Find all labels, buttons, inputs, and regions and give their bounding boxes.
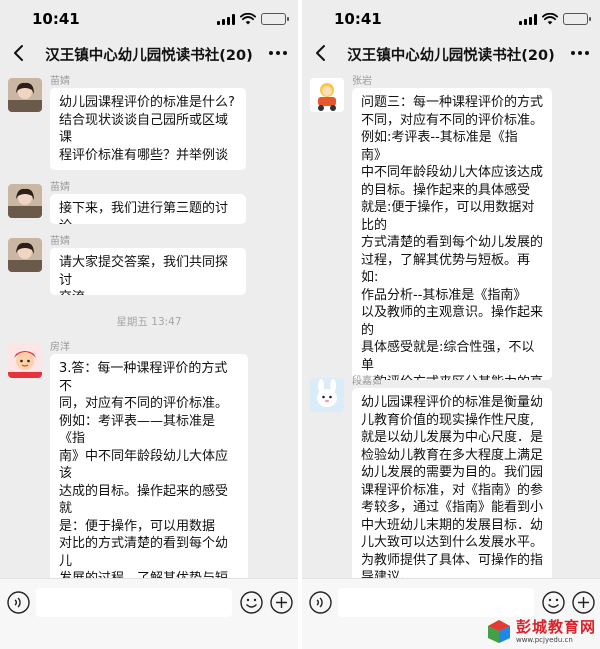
chat-screen-right: 10:41 汉王镇中心幼儿园悦读书社(20) 张岩 问题三：每一种课程评价的方式… <box>302 0 600 649</box>
avatar[interactable] <box>8 78 42 112</box>
voice-icon[interactable] <box>309 591 332 614</box>
status-time: 10:41 <box>334 10 382 28</box>
message-bubble[interactable]: 接下来，我们进行第三题的讨论 <box>50 194 246 224</box>
avatar[interactable] <box>8 238 42 272</box>
status-icons <box>217 13 289 25</box>
more-dots-icon[interactable] <box>570 48 590 58</box>
avatar[interactable] <box>310 378 344 412</box>
nav-bar: 汉王镇中心幼儿园悦读书社(20) <box>0 36 298 72</box>
watermark-text: 彭城教育网 www.pcjyedu.cn <box>516 618 596 645</box>
message-bubble[interactable]: 请大家提交答案，我们共同探讨 交流 <box>50 248 246 295</box>
status-time: 10:41 <box>32 10 80 28</box>
message-input[interactable] <box>36 588 232 617</box>
more-dots-icon[interactable] <box>268 48 288 58</box>
status-bar: 10:41 <box>0 0 298 36</box>
message-list[interactable]: 张岩 问题三：每一种课程评价的方式 不同，对应有不同的评价标准。 例如:考评表-… <box>302 72 600 578</box>
message-bubble[interactable]: 幼儿园课程评价的标准是什么? 结合现状谈谈自己园所或区域课 程评价标准有哪些？并… <box>50 88 246 170</box>
emoji-icon[interactable] <box>542 591 565 614</box>
avatar[interactable] <box>8 184 42 218</box>
plus-icon[interactable] <box>270 591 293 614</box>
sender-name: 房洋 <box>50 342 70 353</box>
wifi-icon <box>240 13 256 25</box>
nav-bar: 汉王镇中心幼儿园悦读书社(20) <box>302 36 600 72</box>
message-bubble[interactable]: 幼儿园课程评价的标准是衡量幼 儿教育价值的现实操作性尺度, 就是以幼儿发展为中心… <box>352 388 552 578</box>
status-bar: 10:41 <box>302 0 600 36</box>
signal-icon <box>519 13 537 25</box>
sender-name: 张岩 <box>352 76 372 87</box>
wifi-icon <box>542 13 558 25</box>
sender-name: 苗婧 <box>50 182 70 193</box>
sender-name: 段嘉茹 <box>352 376 382 387</box>
message-bubble[interactable]: 问题三：每一种课程评价的方式 不同，对应有不同的评价标准。 例如:考评表--其标… <box>352 88 552 380</box>
chat-title: 汉王镇中心幼儿园悦读书社(20) <box>45 48 253 64</box>
status-icons <box>519 13 591 25</box>
battery-icon <box>261 13 289 25</box>
chat-title: 汉王镇中心幼儿园悦读书社(20) <box>347 48 555 64</box>
battery-icon <box>563 13 591 25</box>
watermark-url: www.pcjyedu.cn <box>515 636 573 644</box>
emoji-icon[interactable] <box>240 591 263 614</box>
sender-name: 苗婧 <box>50 236 70 247</box>
avatar[interactable] <box>310 78 344 112</box>
avatar[interactable] <box>8 344 42 378</box>
timestamp: 星期五 13:47 <box>116 316 182 328</box>
input-bar <box>0 578 298 649</box>
message-bubble[interactable]: 3.答：每一种课程评价的方式不 同，对应有不同的评价标准。 例如：考评表——其标… <box>50 354 248 578</box>
sender-name: 苗婧 <box>50 76 70 87</box>
watermark-name: 彭城教育网 <box>515 618 596 636</box>
chat-screen-left: 10:41 汉王镇中心幼儿园悦读书社(20) 苗婧 幼儿园课程评价的标准是什么?… <box>0 0 298 649</box>
voice-icon[interactable] <box>7 591 30 614</box>
plus-icon[interactable] <box>572 591 595 614</box>
message-list[interactable]: 苗婧 幼儿园课程评价的标准是什么? 结合现状谈谈自己园所或区域课 程评价标准有哪… <box>0 72 298 578</box>
watermark-logo-icon <box>487 620 510 643</box>
message-input[interactable] <box>338 588 534 617</box>
signal-icon <box>217 13 235 25</box>
site-watermark: 彭城教育网 www.pcjyedu.cn <box>486 618 596 645</box>
